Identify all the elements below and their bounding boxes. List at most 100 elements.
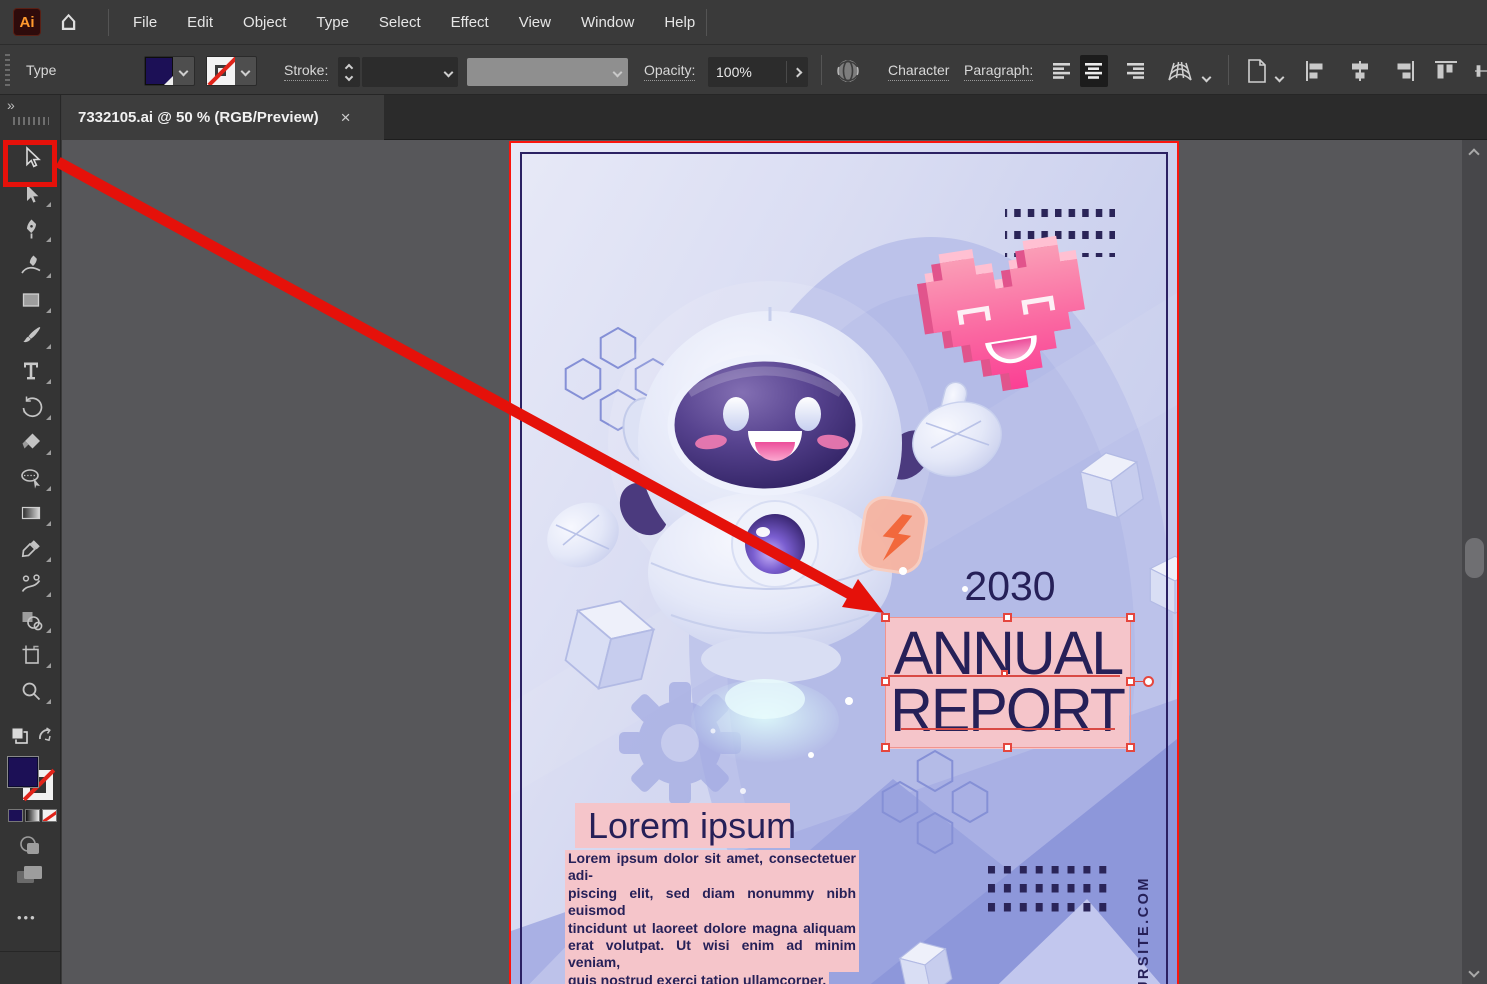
selection-handle-middle-right[interactable] (1126, 677, 1135, 686)
body-line[interactable]: erat volutpat. Ut wisi enim ad minim ven… (565, 937, 859, 972)
eraser-tool[interactable] (0, 424, 61, 459)
make-envelope-icon[interactable] (1164, 55, 1196, 87)
align-text-right-button[interactable] (1122, 55, 1150, 87)
scrollbar-thumb[interactable] (1465, 538, 1484, 578)
edit-toolbar-button[interactable]: ••• (17, 910, 37, 925)
stroke-weight-stepper[interactable] (338, 57, 360, 87)
fill-dropdown-chevron-icon[interactable] (173, 57, 194, 85)
character-label[interactable]: Character (888, 62, 949, 81)
zoom-tool[interactable] (0, 673, 61, 708)
document-tabs: 7332105.ai @ 50 % (RGB/Preview) × (62, 95, 1487, 140)
type-tool[interactable] (0, 353, 61, 388)
align-right-button[interactable] (1389, 55, 1417, 87)
menu-effect[interactable]: Effect (451, 14, 489, 31)
opacity-field[interactable]: 100% (708, 57, 808, 87)
align-text-left-button[interactable] (1048, 55, 1076, 87)
stroke-label[interactable]: Stroke: (284, 62, 328, 81)
none-mode-button[interactable] (42, 809, 57, 822)
selection-handle-middle-left[interactable] (881, 677, 890, 686)
document-setup-icon[interactable] (1240, 55, 1274, 87)
fill-color-control[interactable] (144, 56, 195, 86)
gradient-mode-button[interactable] (25, 809, 40, 822)
menu-window[interactable]: Window (581, 14, 634, 31)
expand-panel-button[interactable]: » (7, 97, 14, 113)
control-bar: Type Stroke: Opacity: 100% Ch (0, 46, 1487, 95)
document-chevron-icon[interactable] (1276, 68, 1283, 86)
shape-builder-tool[interactable] (0, 602, 61, 637)
selection-handle-top-center[interactable] (1003, 613, 1012, 622)
align-vertical-center-button[interactable] (1475, 55, 1487, 87)
body-line[interactable]: Lorem ipsum dolor sit amet, consectetuer… (565, 850, 859, 885)
artboard[interactable]: 2030 ANNUAL REPORT Lorem ipsum (511, 143, 1177, 984)
fill-swatch[interactable] (8, 757, 38, 787)
menu-file[interactable]: File (133, 14, 157, 31)
align-center-button[interactable] (1346, 55, 1374, 87)
paragraph-label[interactable]: Paragraph: (964, 62, 1033, 81)
body-line[interactable]: tincidunt ut laoreet dolore magna aliqua… (565, 920, 859, 937)
selection-handle-center[interactable] (1001, 670, 1008, 677)
app-logo-icon[interactable]: Ai (13, 8, 41, 36)
body-line[interactable]: piscing elit, sed diam nonummy nibh euis… (565, 885, 859, 920)
paintbrush-tool[interactable] (0, 318, 61, 353)
stroke-dropdown-chevron-icon[interactable] (235, 57, 256, 85)
website-vertical-text[interactable]: YOURSITE.COM (1136, 818, 1156, 984)
menu-view[interactable]: View (519, 14, 551, 31)
menu-select[interactable]: Select (379, 14, 421, 31)
envelope-chevron-icon[interactable] (1203, 68, 1210, 86)
selection-handle-bottom-left[interactable] (881, 743, 890, 752)
selection-handle-bottom-right[interactable] (1126, 743, 1135, 752)
year-text[interactable]: 2030 (951, 563, 1069, 610)
vertical-scrollbar[interactable] (1462, 140, 1487, 984)
stroke-weight-field[interactable] (362, 57, 458, 87)
home-icon[interactable]: ⌂ (60, 6, 77, 37)
rotate-tool[interactable] (0, 389, 61, 424)
pen-tool[interactable] (0, 211, 61, 246)
artboard-tool[interactable] (0, 637, 61, 672)
heading-text[interactable]: Lorem ipsum (588, 803, 796, 849)
tools-panel-grip[interactable] (13, 117, 49, 125)
body-line[interactable]: quis nostrud exerci tation ullamcorper. (565, 972, 829, 984)
scroll-up-icon[interactable] (1468, 148, 1479, 159)
draw-mode-icon[interactable] (19, 835, 43, 862)
opacity-label[interactable]: Opacity: (644, 62, 695, 81)
selection-handle-bottom-center[interactable] (1003, 743, 1012, 752)
selection-handle-top-left[interactable] (881, 613, 890, 622)
menubar: File Edit Object Type Select Effect View… (133, 0, 695, 45)
curvature-tool[interactable] (0, 247, 61, 282)
title-report-text[interactable]: REPORT (889, 678, 1126, 742)
rectangle-tool[interactable] (0, 282, 61, 317)
document-tab-title[interactable]: 7332105.ai @ 50 % (RGB/Preview) (62, 109, 319, 126)
panel-grip[interactable] (5, 54, 10, 88)
eyedropper-tool[interactable] (0, 531, 61, 566)
color-mode-button[interactable] (8, 809, 23, 822)
context-label: Type (26, 62, 56, 78)
opacity-value[interactable]: 100% (716, 64, 752, 80)
shield-badge (857, 495, 930, 576)
align-text-center-button[interactable] (1080, 55, 1108, 87)
opacity-expand-chevron-icon[interactable] (787, 58, 808, 86)
illustrator-app: Ai ⌂ File Edit Object Type Select Effect… (0, 0, 1487, 984)
menu-help[interactable]: Help (664, 14, 695, 31)
scroll-down-icon[interactable] (1468, 966, 1479, 977)
menu-object[interactable]: Object (243, 14, 286, 31)
gradient-tool[interactable] (0, 495, 61, 530)
lasso-tool[interactable] (0, 460, 61, 495)
recolor-artwork-icon[interactable] (832, 55, 864, 87)
stroke-color-control[interactable] (206, 56, 257, 86)
align-left-button[interactable] (1303, 55, 1331, 87)
rotate-handle[interactable] (1143, 676, 1154, 687)
body-text-block[interactable]: Lorem ipsum dolor sit amet, consectetuer… (565, 850, 859, 984)
canvas[interactable]: 2030 ANNUAL REPORT Lorem ipsum (62, 140, 1487, 984)
document-tab[interactable]: 7332105.ai @ 50 % (RGB/Preview) × (62, 95, 384, 140)
divider (108, 9, 109, 36)
screen-mode-icon[interactable] (15, 863, 45, 892)
menu-type[interactable]: Type (316, 14, 349, 31)
selection-handle-top-right[interactable] (1126, 613, 1135, 622)
default-fill-stroke-icon[interactable] (10, 726, 30, 751)
swap-fill-stroke-icon[interactable] (36, 726, 54, 749)
stroke-swatch-none[interactable] (207, 57, 235, 85)
blend-tool[interactable] (0, 566, 61, 601)
align-top-button[interactable] (1432, 55, 1460, 87)
menu-edit[interactable]: Edit (187, 14, 213, 31)
tab-close-icon[interactable]: × (341, 108, 351, 128)
